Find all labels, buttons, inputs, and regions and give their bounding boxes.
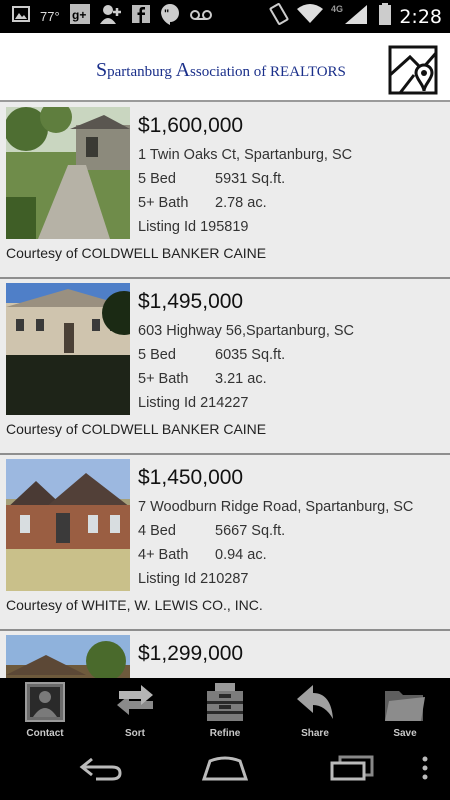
listing-price: $1,299,000 <box>138 642 244 665</box>
listing-sqft: 6035 Sq.ft. <box>215 347 286 363</box>
listing-details: $1,495,000 603 Highway 56,Spartanburg, S… <box>138 289 446 415</box>
hangouts-icon: " <box>160 3 180 30</box>
listing-baths: 5+ Bath <box>138 371 189 387</box>
listing-id: Listing Id 210287 <box>138 571 249 587</box>
add-person-icon <box>99 4 122 29</box>
status-bar: 77° g+ " 4G 2:28 <box>0 0 450 33</box>
association-title: Spartanburg Association of REALTORS <box>96 59 346 81</box>
network-type-text: 4G <box>331 4 343 14</box>
listing-details: $1,299,000 <box>138 641 446 671</box>
listing-details: $1,600,000 1 Twin Oaks Ct, Spartanburg, … <box>138 113 446 239</box>
map-pin-logo-icon[interactable] <box>388 45 438 95</box>
save-label: Save <box>393 728 417 739</box>
bed-sqft-row: 5 Bed 5931 Sq.ft. <box>138 167 446 191</box>
listing-id: Listing Id 214227 <box>138 395 249 411</box>
share-arrow-icon <box>297 685 333 719</box>
listing-address: 1 Twin Oaks Ct, Spartanburg, SC <box>138 147 353 163</box>
listing-details: $1,450,000 7 Woodburn Ridge Road, Sparta… <box>138 465 446 591</box>
svg-text:g+: g+ <box>72 8 86 22</box>
sort-label: Sort <box>125 728 145 739</box>
gallery-notification-icon <box>12 6 30 27</box>
share-button[interactable]: Share <box>270 678 360 740</box>
listing-sqft: 5667 Sq.ft. <box>215 523 286 539</box>
contact-button[interactable]: Contact <box>0 678 90 740</box>
wifi-icon <box>297 4 324 29</box>
contact-icon <box>25 682 65 722</box>
listing-courtesy: Courtesy of COLDWELL BANKER CAINE <box>6 245 267 261</box>
listing-card[interactable]: $1,600,000 1 Twin Oaks Ct, Spartanburg, … <box>0 103 450 279</box>
voicemail-icon <box>189 8 212 26</box>
listing-price: $1,450,000 <box>138 466 244 489</box>
temperature-text: 77° <box>40 9 60 24</box>
cellular-signal-icon: 4G <box>331 3 371 30</box>
action-bar: Contact Sort Refine Share Save <box>0 678 450 740</box>
listing-photo[interactable] <box>6 459 130 591</box>
listing-address: 603 Highway 56,Spartanburg, SC <box>138 323 355 339</box>
listing-list[interactable]: $1,600,000 1 Twin Oaks Ct, Spartanburg, … <box>0 103 450 678</box>
home-icon[interactable] <box>200 755 250 786</box>
listing-baths: 5+ Bath <box>138 195 189 211</box>
svg-text:": " <box>164 8 169 20</box>
refine-label: Refine <box>209 728 241 739</box>
refine-button[interactable]: Refine <box>180 678 270 740</box>
listing-address: 7 Woodburn Ridge Road, Spartanburg, SC <box>138 499 414 515</box>
save-button[interactable]: Save <box>360 678 450 740</box>
sort-arrows-icon <box>117 685 153 715</box>
listing-baths: 4+ Bath <box>138 547 189 563</box>
listing-courtesy: Courtesy of WHITE, W. LEWIS CO., INC. <box>6 597 263 613</box>
contact-label: Contact <box>26 728 64 739</box>
listing-price: $1,495,000 <box>138 290 244 313</box>
listing-photo[interactable] <box>6 635 130 678</box>
listing-acres: 0.94 ac. <box>215 547 267 563</box>
listing-acres: 2.78 ac. <box>215 195 267 211</box>
bed-sqft-row: 4 Bed 5667 Sq.ft. <box>138 519 446 543</box>
listing-photo[interactable] <box>6 107 130 239</box>
listing-beds: 4 Bed <box>138 523 176 539</box>
listing-card[interactable]: $1,450,000 7 Woodburn Ridge Road, Sparta… <box>0 455 450 631</box>
listing-card[interactable]: $1,495,000 603 Highway 56,Spartanburg, S… <box>0 279 450 455</box>
listing-beds: 5 Bed <box>138 347 176 363</box>
recent-apps-icon[interactable] <box>330 755 376 786</box>
bath-acres-row: 5+ Bath 3.21 ac. <box>138 367 446 391</box>
clock-text: 2:28 <box>399 5 442 28</box>
google-plus-icon: g+ <box>69 4 90 29</box>
back-icon[interactable] <box>78 755 124 786</box>
bath-acres-row: 4+ Bath 0.94 ac. <box>138 543 446 567</box>
listing-beds: 5 Bed <box>138 171 176 187</box>
battery-icon <box>379 3 392 30</box>
listing-id: Listing Id 195819 <box>138 219 249 235</box>
app-screen: 77° g+ " 4G 2:28 Spartanburg Association… <box>0 0 450 800</box>
refine-drawer-icon <box>207 683 243 721</box>
facebook-icon <box>131 5 150 28</box>
folder-icon <box>385 691 425 721</box>
bath-acres-row: 5+ Bath 2.78 ac. <box>138 191 446 215</box>
vibrate-icon <box>269 3 289 30</box>
listing-card[interactable]: $1,299,000 <box>0 631 450 678</box>
overflow-menu-icon[interactable] <box>420 755 430 786</box>
listing-price: $1,600,000 <box>138 114 244 137</box>
bed-sqft-row: 5 Bed 6035 Sq.ft. <box>138 343 446 367</box>
listing-sqft: 5931 Sq.ft. <box>215 171 286 187</box>
listing-photo[interactable] <box>6 283 130 415</box>
listing-courtesy: Courtesy of COLDWELL BANKER CAINE <box>6 421 267 437</box>
share-label: Share <box>301 728 329 739</box>
listing-acres: 3.21 ac. <box>215 371 267 387</box>
system-nav-bar <box>0 740 450 800</box>
app-header: Spartanburg Association of REALTORS <box>0 33 450 102</box>
sort-button[interactable]: Sort <box>90 678 180 740</box>
